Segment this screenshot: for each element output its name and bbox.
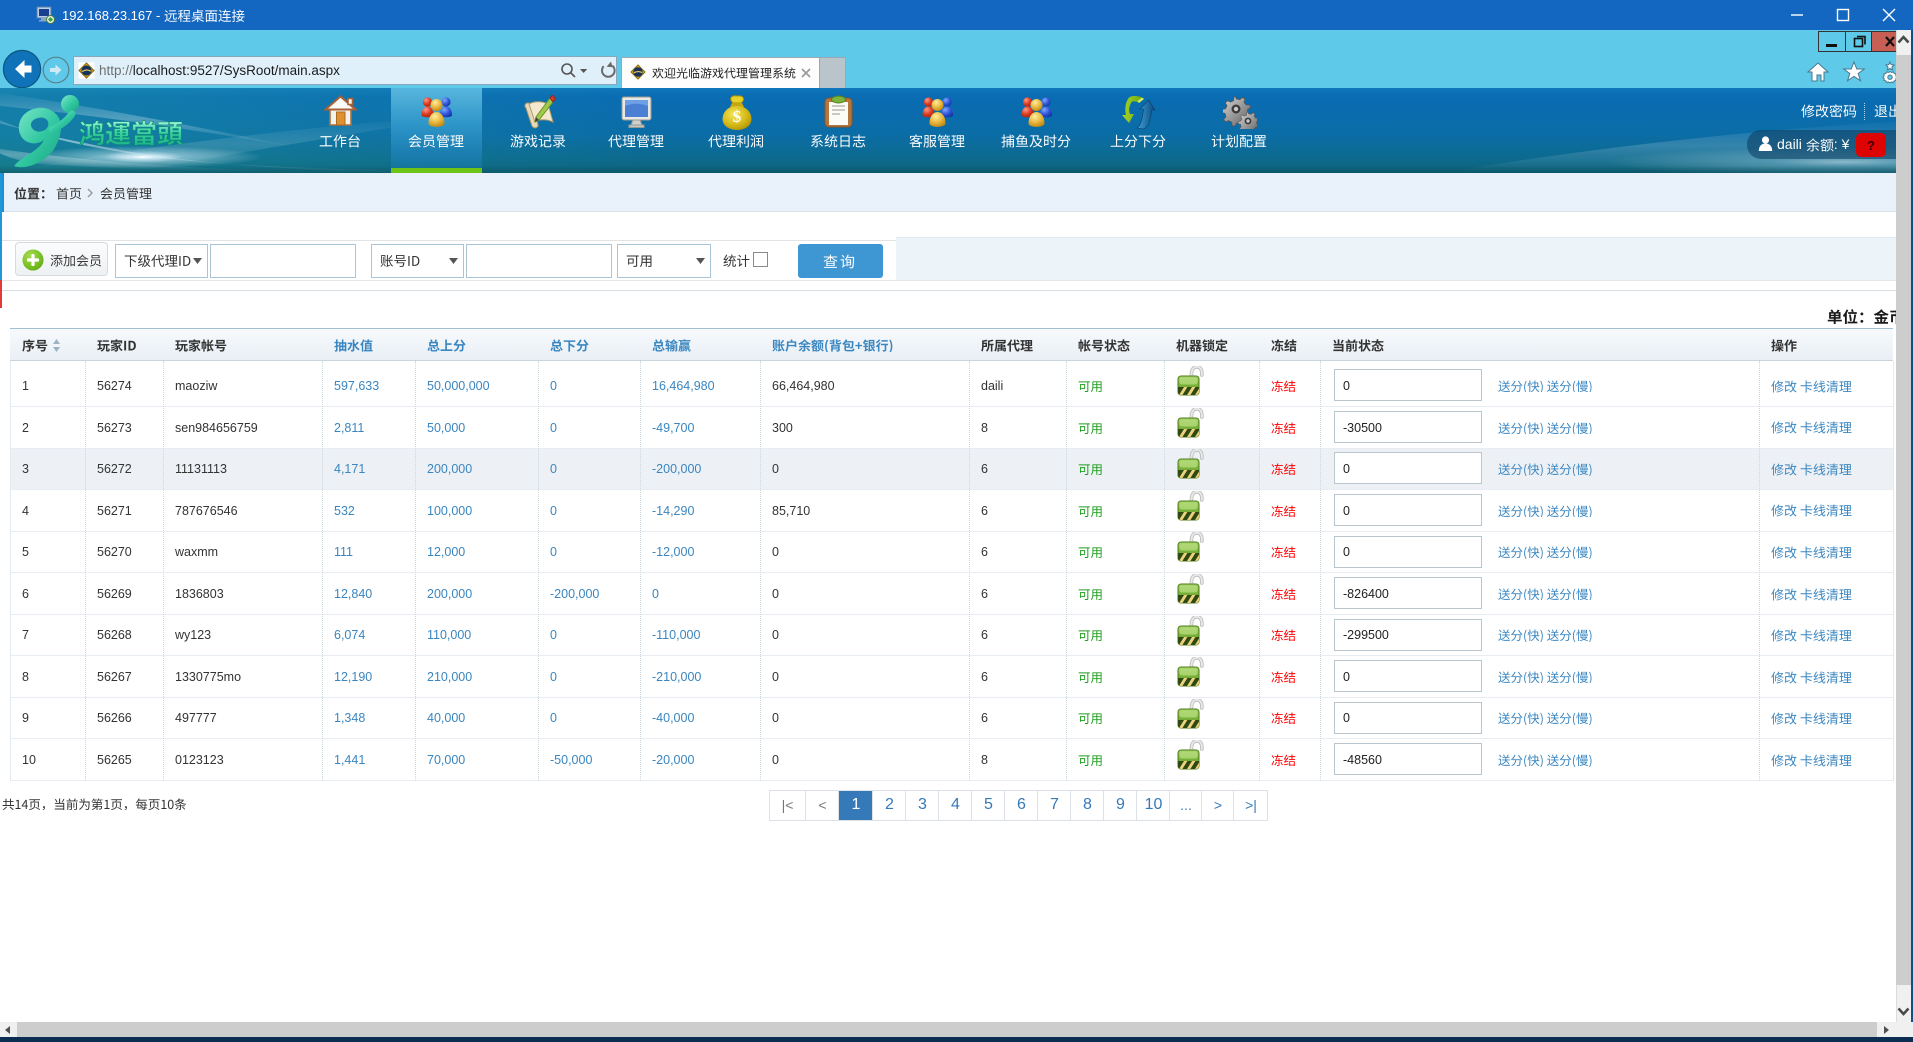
svg-text:$: $ <box>733 107 742 126</box>
